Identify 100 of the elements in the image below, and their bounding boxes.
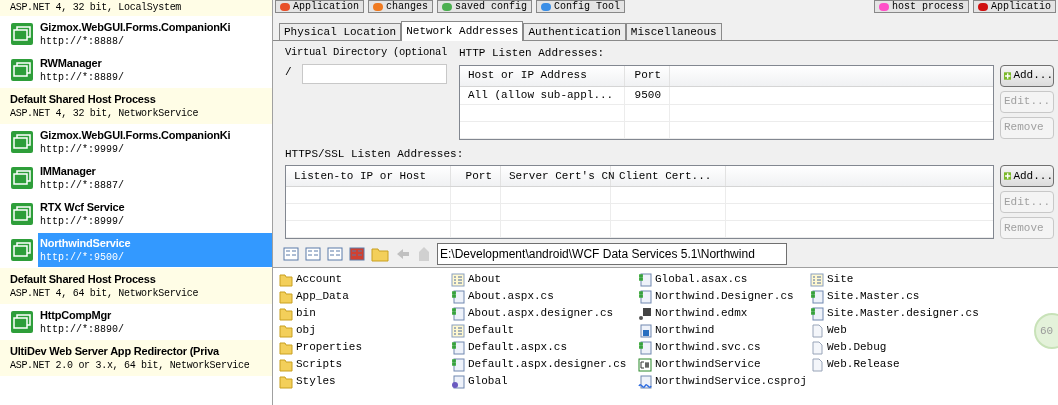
details-view-icon[interactable] — [305, 245, 321, 262]
window-icon — [10, 310, 34, 334]
progress-badge: 60 — [1034, 313, 1058, 349]
folder-icon — [279, 357, 293, 372]
folder-icon — [279, 306, 293, 321]
file-item[interactable]: About.aspx.designer.cs — [451, 305, 636, 322]
window-icon — [10, 202, 34, 226]
file-item[interactable]: NorthwindService.csproj — [638, 373, 808, 390]
large-icons-view-icon[interactable] — [283, 245, 299, 262]
host-process-item[interactable]: UltiDev Web Server App Redirector (Priva ASP.NET 2.0 or 3.x, 64 bit, NetworkService — [0, 340, 272, 376]
toolbar-button[interactable]: Application — [275, 0, 364, 13]
application-item[interactable]: Gizmox.WebGUI.Forms.CompanionKi http://*:9999/ — [38, 125, 272, 159]
code-file-icon — [451, 340, 465, 355]
file-item[interactable]: Global — [451, 373, 636, 390]
tab[interactable]: Miscellaneous — [625, 23, 722, 40]
add-button[interactable]: Add... — [1000, 165, 1054, 187]
host-process-item[interactable]: ASP.NET 4, 32 bit, LocalSystem — [0, 0, 272, 16]
document-icon — [810, 323, 824, 338]
field-label: Virtual Directory (optional — [285, 45, 449, 60]
file-item[interactable]: Default.aspx.designer.cs — [451, 356, 636, 373]
column-header[interactable]: Host or IP Address — [460, 65, 625, 86]
tab[interactable]: Network Addresses — [401, 21, 524, 41]
application-item[interactable]: Gizmox.WebGUI.Forms.CompanionKi http://*:8888/ — [38, 17, 272, 51]
host-details: ASP.NET 2.0 or 3.x, 64 bit, NetworkService — [10, 359, 251, 373]
file-item[interactable]: Account — [279, 271, 449, 288]
file-item[interactable]: Global.asax.cs — [638, 271, 808, 288]
file-item[interactable]: Site — [810, 271, 980, 288]
table-cell: All (allow sub-appl... — [460, 86, 625, 104]
file-item[interactable]: Styles — [279, 373, 449, 390]
file-item[interactable]: Scripts — [279, 356, 449, 373]
table-cell: 9500 — [625, 86, 670, 104]
toolbar-button[interactable]: Applicatio — [973, 0, 1056, 13]
code-file-icon — [638, 340, 652, 355]
path-prefix: / — [285, 64, 292, 80]
file-item[interactable]: About — [451, 271, 636, 288]
section-label: HTTPS/SSL Listen Addresses: — [285, 146, 465, 162]
document-icon — [810, 340, 824, 355]
file-item[interactable]: Northwind.Designer.cs — [638, 288, 808, 305]
project-file-icon — [638, 374, 652, 389]
plus-icon — [1004, 169, 1012, 183]
host-details: ASP.NET 4, 32 bit, LocalSystem — [10, 1, 183, 15]
file-item[interactable]: Site.Master.cs — [810, 288, 980, 305]
tab[interactable]: Physical Location — [279, 23, 402, 40]
file-item[interactable]: Site.Master.designer.cs — [810, 305, 980, 322]
column-header[interactable]: Port — [451, 166, 501, 186]
path-field[interactable]: E:\Development\android\WCF Data Services 5.1\Northwind — [437, 242, 787, 265]
application-item[interactable]: RTX Wcf Service http://*:8999/ — [38, 197, 272, 231]
column-header[interactable]: Port — [625, 65, 670, 86]
toolbar-button[interactable]: changes — [368, 0, 434, 13]
virtual-directory-field[interactable] — [301, 63, 447, 84]
form-icon — [810, 272, 824, 287]
code-file-icon — [638, 289, 652, 304]
file-item[interactable]: Default — [451, 322, 636, 339]
code-file-icon — [810, 306, 824, 321]
host-title: UltiDev Web Server App Redirector (Priva — [10, 344, 221, 359]
window-icon — [10, 130, 34, 154]
code-file-icon — [638, 272, 652, 287]
column-header[interactable]: Listen-to IP or Host — [286, 166, 451, 186]
file-item[interactable]: bin — [279, 305, 449, 322]
up-icon[interactable] — [417, 245, 431, 262]
file-item[interactable]: obj — [279, 322, 449, 339]
add-button[interactable]: Add... — [1000, 64, 1054, 87]
file-item[interactable]: Web — [810, 322, 980, 339]
form-icon — [451, 323, 465, 338]
host-process-item[interactable]: Default Shared Host Process ASP.NET 4, 32 bit, NetworkService — [0, 88, 272, 124]
file-item[interactable]: NorthwindService — [638, 356, 808, 373]
host-title: Default Shared Host Process — [10, 272, 157, 287]
host-title: Default Shared Host Process — [10, 92, 157, 107]
code-file-icon — [451, 289, 465, 304]
section-label: HTTP Listen Addresses: — [459, 46, 606, 61]
application-item[interactable]: HttpCompMgr http://*:8890/ — [38, 305, 272, 339]
file-item[interactable]: About.aspx.cs — [451, 288, 636, 305]
file-item[interactable]: Northwind.svc.cs — [638, 339, 808, 356]
toolbar-button[interactable]: Config Tool — [536, 0, 626, 13]
folder-icon — [279, 272, 293, 287]
file-item[interactable]: App_Data — [279, 288, 449, 305]
form-icon — [451, 272, 465, 287]
folder-icon — [279, 340, 293, 355]
file-item[interactable]: Northwind.edmx — [638, 305, 808, 322]
window-icon — [10, 238, 34, 262]
window-icon — [10, 22, 34, 46]
application-item[interactable]: RWManager http://*:8889/ — [38, 53, 272, 87]
file-item[interactable]: Properties — [279, 339, 449, 356]
folder-icon[interactable] — [371, 245, 389, 262]
host-process-item[interactable]: Default Shared Host Process ASP.NET 4, 64 bit, NetworkService — [0, 268, 272, 304]
toolbar-button[interactable]: host process — [873, 0, 969, 13]
file-item[interactable]: Default.aspx.cs — [451, 339, 636, 356]
toolbar-button[interactable]: saved config — [437, 0, 533, 13]
service-file-icon — [638, 323, 652, 338]
file-item[interactable]: Web.Debug — [810, 339, 980, 356]
tab[interactable]: Authentication — [523, 23, 626, 40]
project-icon — [638, 357, 652, 372]
application-item[interactable]: IMManager http://*:8887/ — [38, 161, 272, 195]
folder-icon — [279, 374, 293, 389]
window-icon — [10, 58, 34, 82]
file-item[interactable]: Web.Release — [810, 356, 980, 373]
host-details: ASP.NET 4, 32 bit, NetworkService — [10, 107, 200, 121]
folder-icon — [279, 289, 293, 304]
folder-icon — [279, 323, 293, 338]
file-item[interactable]: Northwind — [638, 322, 808, 339]
